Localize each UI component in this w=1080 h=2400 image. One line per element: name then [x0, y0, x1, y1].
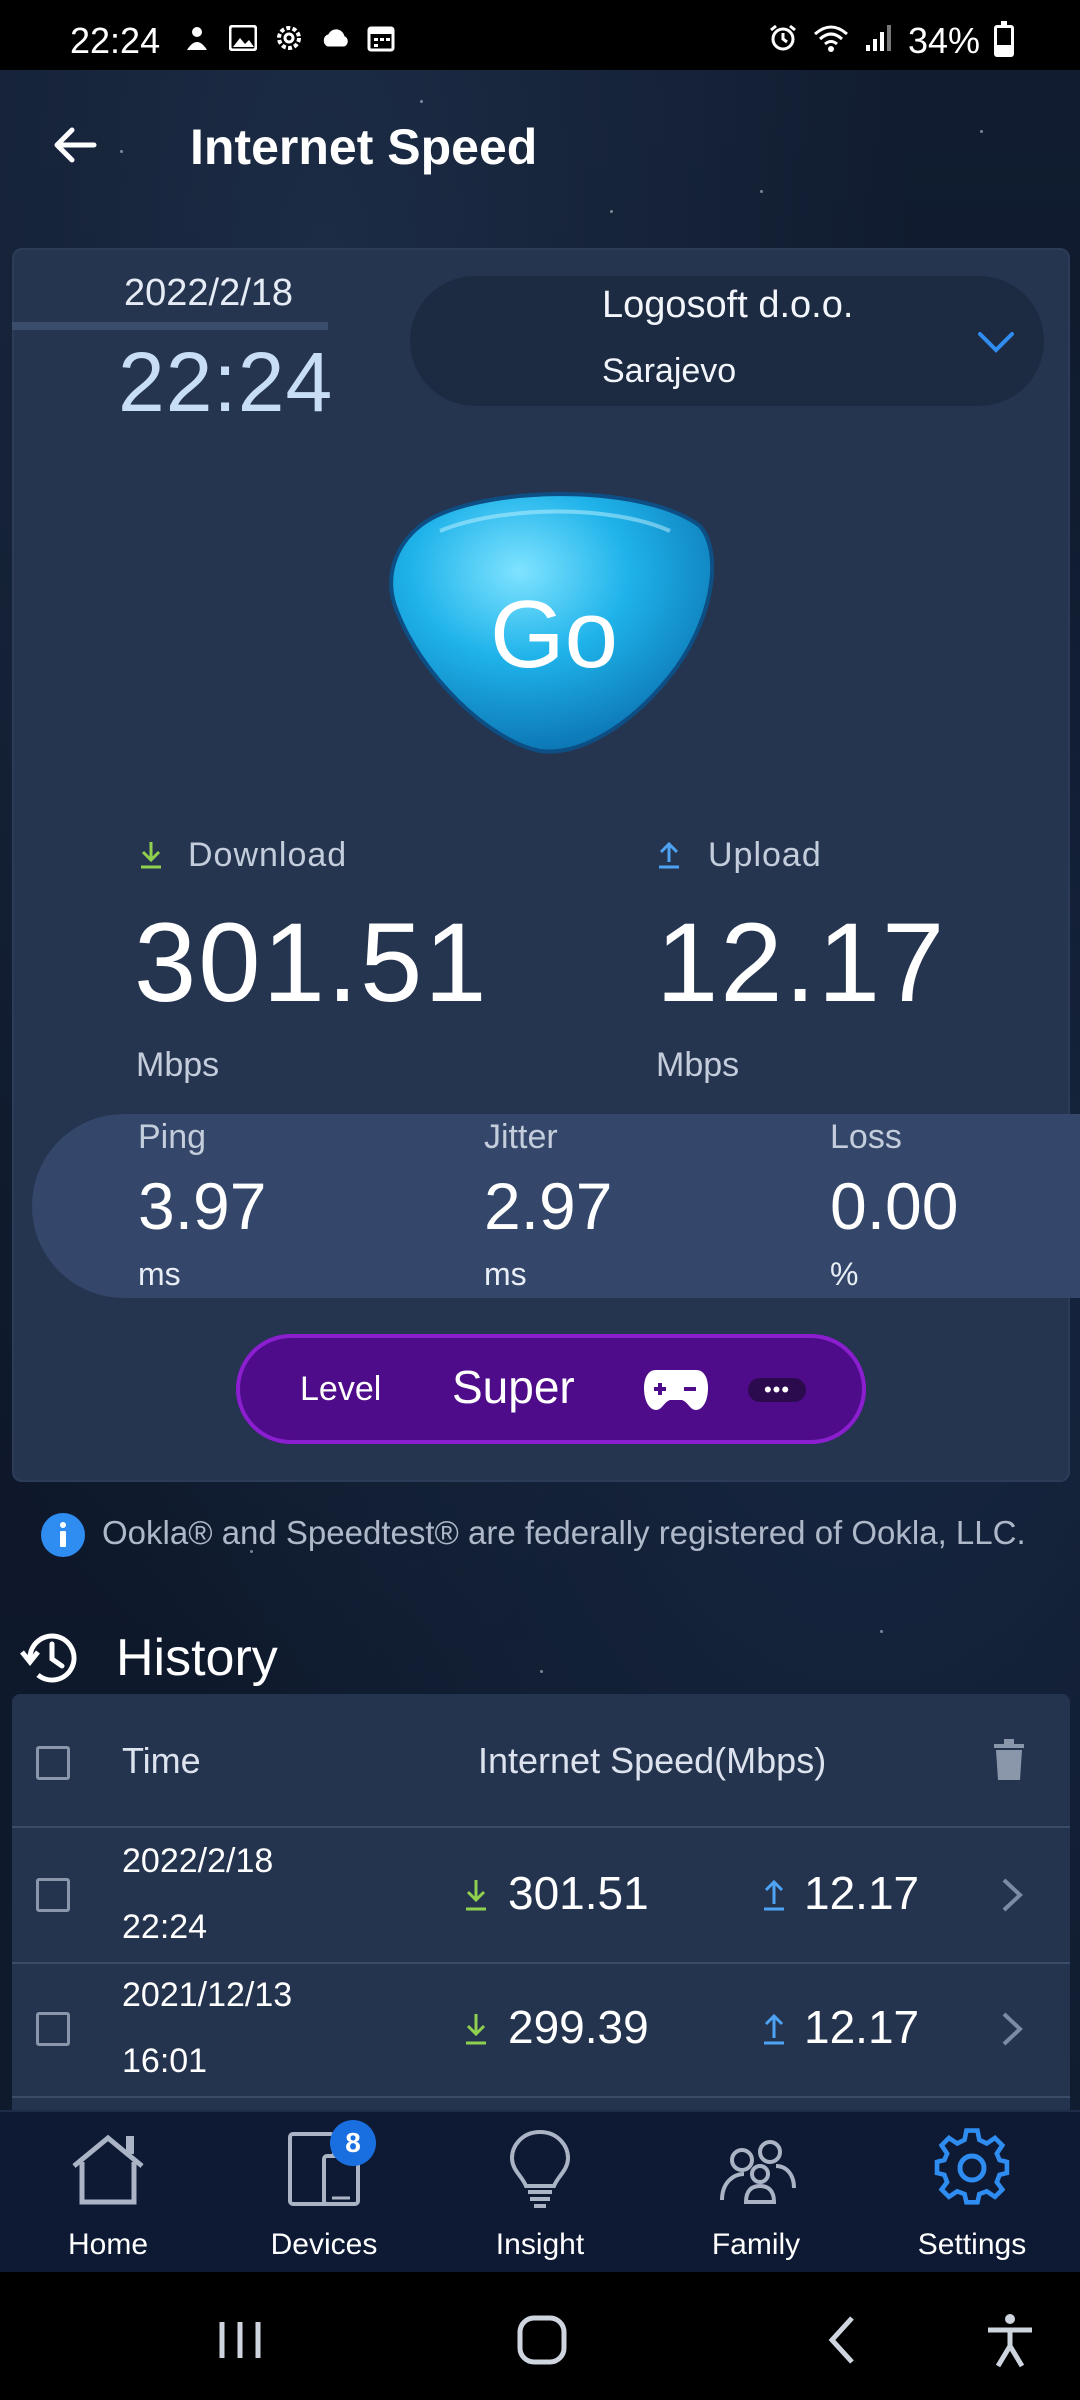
download-arrow-icon [466, 1880, 486, 1911]
nav-devices[interactable]: 8 Devices [216, 2110, 432, 2272]
go-label[interactable]: Go [490, 580, 618, 690]
row-download: 299.39 [508, 2001, 649, 2053]
nav-family[interactable]: Family [648, 2110, 864, 2272]
ping-value: 3.97 [138, 1169, 267, 1243]
nav-home-label: Home [67, 2228, 149, 2261]
notification-icon [182, 24, 212, 52]
ping-unit: ms [138, 1256, 181, 1292]
status-bar: 22:24 34% [0, 0, 1080, 70]
loss-label: Loss [830, 1118, 902, 1156]
trash-icon[interactable] [992, 1738, 1026, 1782]
upload-value: 12.17 [656, 900, 947, 1025]
row-divider [12, 2096, 1070, 2098]
lightbulb-icon [509, 2129, 571, 2208]
jitter-label: Jitter [484, 1118, 558, 1156]
nav-settings[interactable]: Settings [864, 2110, 1080, 2272]
nav-devices-label: Devices [270, 2228, 378, 2261]
row-upload: 12.17 [804, 1867, 920, 1919]
test-time: 22:24 [118, 335, 334, 429]
upload-arrow-icon [764, 1879, 784, 1911]
column-time: Time [122, 1740, 201, 1781]
row-divider [12, 1826, 1070, 1828]
row-date: 2022/2/18 [122, 1842, 274, 1880]
level-label: Level [300, 1370, 382, 1408]
nav-insight-label: Insight [495, 2228, 585, 2261]
loss-value: 0.00 [830, 1169, 959, 1243]
alarm-icon [768, 20, 798, 62]
more-options[interactable]: ••• [748, 1377, 806, 1402]
download-arrow-icon [141, 842, 161, 869]
back-system-icon[interactable] [814, 2312, 874, 2368]
ping-label: Ping [138, 1118, 207, 1156]
row-divider [12, 1962, 1070, 1964]
nav-settings-label: Settings [917, 2228, 1027, 2261]
home-system-icon[interactable] [512, 2312, 572, 2368]
nav-home[interactable]: Home [0, 2110, 216, 2272]
download-unit: Mbps [136, 1046, 220, 1084]
settings-icon [274, 24, 304, 52]
row-upload: 12.17 [804, 2001, 920, 2053]
accessibility-icon[interactable] [980, 2312, 1040, 2368]
row-checkbox[interactable] [36, 1878, 70, 1912]
jitter-value: 2.97 [484, 1169, 613, 1243]
select-all-checkbox[interactable] [36, 1746, 70, 1780]
chevron-right-icon[interactable] [1000, 1876, 1024, 1914]
wifi-icon [812, 20, 850, 62]
calendar-icon [366, 24, 396, 52]
signal-icon [864, 20, 894, 62]
recent-apps-icon[interactable] [210, 2312, 270, 2368]
nav-insight[interactable]: Insight [432, 2110, 648, 2272]
gamepad-icon [644, 1370, 708, 1410]
chevron-down-icon[interactable] [976, 328, 1016, 356]
upload-arrow-icon [764, 2013, 784, 2045]
column-speed: Internet Speed(Mbps) [478, 1740, 827, 1781]
row-download: 301.51 [508, 1867, 649, 1919]
download-value: 301.51 [134, 900, 489, 1025]
battery-icon [994, 21, 1014, 57]
page-title: Internet Speed [190, 119, 538, 175]
chevron-right-icon[interactable] [1000, 2010, 1024, 2048]
server-city: Sarajevo [602, 352, 737, 390]
history-icon [20, 1633, 77, 1683]
test-date: 2022/2/18 [124, 272, 294, 314]
row-time: 22:24 [122, 1908, 208, 1946]
row-checkbox[interactable] [36, 2012, 70, 2046]
row-time: 16:01 [122, 2042, 208, 2080]
gallery-icon [228, 24, 258, 52]
status-time: 22:24 [70, 20, 161, 61]
gear-icon [934, 2128, 1010, 2205]
devices-badge: 8 [330, 2120, 376, 2166]
battery-percent: 34% [907, 20, 980, 61]
trademark-notice: Ookla® and Speedtest® are federally regi… [102, 1514, 1026, 1551]
row-date: 2021/12/13 [122, 1976, 293, 2014]
download-arrow-icon [466, 2014, 486, 2045]
jitter-unit: ms [484, 1256, 527, 1292]
history-title: History [116, 1629, 278, 1687]
cloud-icon [320, 24, 350, 52]
upload-arrow-icon [659, 841, 679, 869]
download-label: Download [188, 836, 348, 874]
family-icon [720, 2140, 796, 2204]
loss-unit: % [830, 1256, 859, 1292]
back-arrow-icon[interactable] [48, 118, 102, 172]
date-underline [12, 322, 328, 330]
level-value: Super [452, 1361, 575, 1413]
upload-label: Upload [708, 836, 822, 874]
upload-unit: Mbps [656, 1046, 740, 1084]
server-name: Logosoft d.o.o. [602, 284, 854, 326]
home-icon [72, 2134, 144, 2205]
info-icon [41, 1513, 85, 1557]
nav-family-label: Family [711, 2228, 801, 2261]
